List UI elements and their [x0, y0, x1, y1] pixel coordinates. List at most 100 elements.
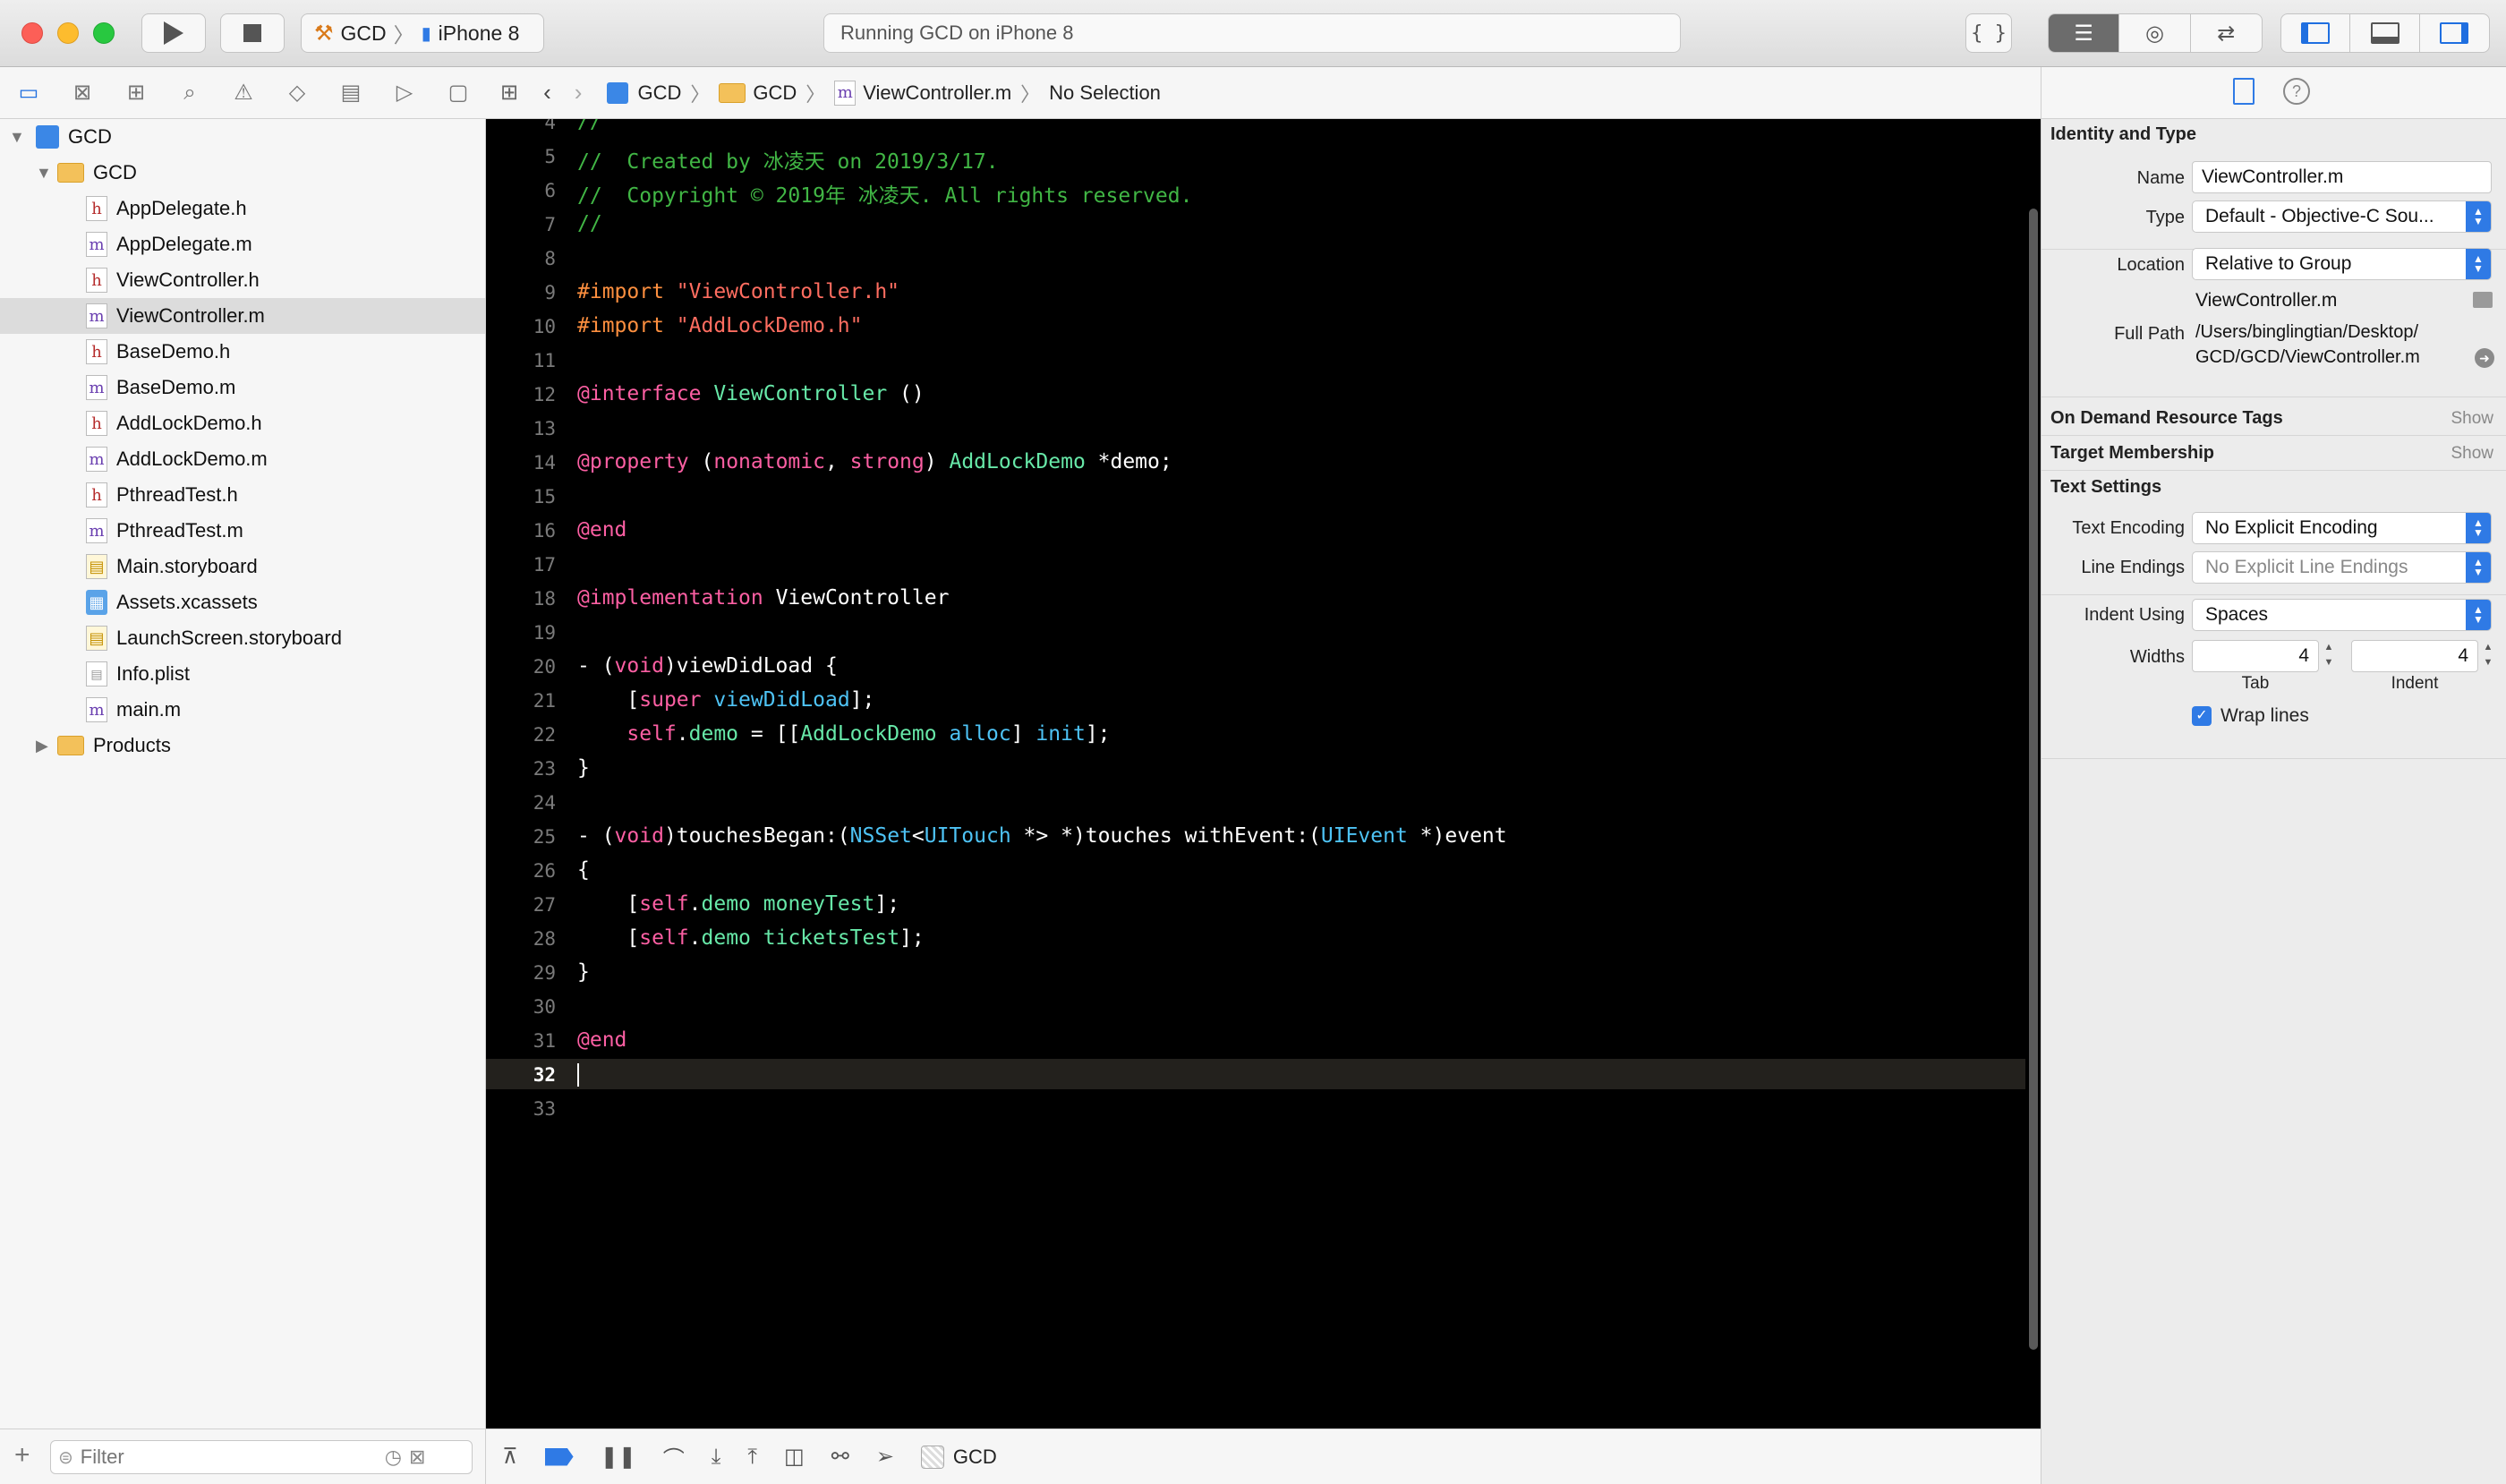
toggle-debug-area-button[interactable]: [2350, 14, 2420, 52]
file-row[interactable]: ▦ Assets.xcassets: [0, 584, 485, 620]
file-row[interactable]: h ViewController.h: [0, 262, 485, 298]
tab-width-stepper[interactable]: ▲ ▼: [2321, 640, 2337, 672]
reveal-in-finder-icon[interactable]: ➜: [2475, 348, 2494, 368]
breadcrumb-project[interactable]: GCD: [637, 81, 681, 105]
file-row[interactable]: h AddLockDemo.h: [0, 405, 485, 441]
file-row[interactable]: m main.m: [0, 692, 485, 728]
source-control-navigator-tab[interactable]: ⊠: [66, 77, 98, 109]
standard-editor-button[interactable]: ☰: [2049, 14, 2120, 52]
code-token: )viewDidLoad {: [663, 654, 838, 678]
file-row[interactable]: ▤ Main.storyboard: [0, 549, 485, 584]
file-row[interactable]: ▤ LaunchScreen.storyboard: [0, 620, 485, 656]
location-popup[interactable]: Relative to Group ▲ ▼: [2192, 248, 2492, 280]
step-out-icon[interactable]: ⤒: [747, 1445, 757, 1470]
breakpoints-toggle-icon[interactable]: [544, 1447, 574, 1466]
file-row[interactable]: h AppDelegate.h: [0, 191, 485, 226]
right-panel-icon: [2440, 22, 2469, 44]
odr-show-toggle[interactable]: Show: [2451, 409, 2493, 429]
step-into-icon[interactable]: ⤓: [712, 1445, 721, 1470]
filter-input[interactable]: [80, 1446, 376, 1469]
products-group-row[interactable]: ▶ Products: [0, 728, 485, 763]
memory-graph-icon[interactable]: ⚯: [831, 1444, 849, 1470]
location-file-name: ViewController.m: [2195, 290, 2338, 311]
choose-folder-icon[interactable]: [2473, 292, 2493, 308]
file-row[interactable]: h PthreadTest.h: [0, 477, 485, 513]
view-hierarchy-icon[interactable]: ◫: [784, 1444, 805, 1470]
code-token: demo: [701, 926, 751, 950]
file-row[interactable]: m ViewController.m: [0, 298, 485, 334]
find-navigator-tab[interactable]: ⌕: [174, 77, 206, 109]
project-navigator-tab[interactable]: ▭: [13, 77, 45, 109]
scm-filter-icon[interactable]: ⊠: [409, 1446, 425, 1469]
close-window-button[interactable]: [21, 22, 43, 44]
hide-debug-area-icon[interactable]: ⊼: [502, 1444, 518, 1470]
quick-help-icon[interactable]: ?: [2283, 78, 2310, 105]
run-button[interactable]: [141, 13, 206, 53]
breadcrumb-file[interactable]: ViewController.m: [863, 81, 1011, 105]
file-row[interactable]: m AppDelegate.m: [0, 226, 485, 262]
scrollbar-thumb[interactable]: [2029, 209, 2038, 1350]
debug-navigator-tab[interactable]: ▤: [335, 77, 367, 109]
breakpoint-navigator-tab[interactable]: ▷: [388, 77, 421, 109]
file-row[interactable]: m AddLockDemo.m: [0, 441, 485, 477]
toggle-navigator-button[interactable]: [2281, 14, 2351, 52]
indent-width-field[interactable]: 4: [2351, 640, 2478, 672]
issue-navigator-tab[interactable]: ⚠: [227, 77, 260, 109]
line-number: 17: [533, 554, 556, 576]
file-row[interactable]: ▤ Info.plist: [0, 656, 485, 692]
objc-file-icon: m: [834, 80, 857, 106]
recent-files-icon[interactable]: ◷: [385, 1446, 402, 1469]
symbol-navigator-tab[interactable]: ⊞: [120, 77, 152, 109]
tab-width-field[interactable]: 4: [2192, 640, 2319, 672]
scheme-device-label[interactable]: iPhone 8: [439, 21, 520, 46]
file-row[interactable]: m BaseDemo.m: [0, 370, 485, 405]
stop-button[interactable]: [220, 13, 285, 53]
section-divider: [2041, 470, 2506, 471]
folder-icon: [57, 163, 84, 183]
process-selector[interactable]: GCD: [920, 1445, 997, 1469]
forward-button[interactable]: ›: [575, 79, 583, 107]
line-endings-popup[interactable]: No Explicit Line Endings ▲ ▼: [2192, 551, 2492, 584]
indent-width-stepper[interactable]: ▲ ▼: [2480, 640, 2496, 672]
assistant-editor-button[interactable]: ◎: [2119, 14, 2191, 52]
version-editor-button[interactable]: ⇄: [2191, 14, 2262, 52]
name-field[interactable]: ViewController.m: [2192, 161, 2492, 193]
breadcrumb-symbol[interactable]: No Selection: [1049, 81, 1161, 105]
project-file-icon: [607, 81, 629, 104]
add-file-button[interactable]: +: [14, 1440, 30, 1471]
pause-icon[interactable]: ❚❚: [601, 1444, 636, 1470]
line-number: 20: [533, 656, 556, 678]
type-popup[interactable]: Default - Objective-C Sou... ▲ ▼: [2192, 200, 2492, 233]
code-line: @end: [577, 1028, 626, 1052]
toggle-inspector-button[interactable]: [2420, 14, 2489, 52]
zoom-window-button[interactable]: [93, 22, 115, 44]
filter-field[interactable]: ⊜ ◷ ⊠: [50, 1440, 473, 1474]
iphone-icon: ▮: [421, 23, 431, 44]
group-row[interactable]: ▼ GCD: [0, 155, 485, 191]
test-navigator-tab[interactable]: ◇: [281, 77, 313, 109]
lines-icon: ☰: [2074, 21, 2093, 46]
related-items-icon[interactable]: ⊞: [500, 80, 518, 106]
vertical-scrollbar[interactable]: [2025, 119, 2041, 1429]
back-button[interactable]: ‹: [543, 79, 551, 107]
scheme-selector[interactable]: ⚒ GCD 〉 ▮ iPhone 8: [301, 13, 544, 53]
minimize-window-button[interactable]: [57, 22, 79, 44]
file-inspector-icon[interactable]: [2233, 78, 2255, 105]
text-settings-header: Text Settings: [2050, 477, 2162, 497]
library-button[interactable]: { }: [1965, 13, 2012, 53]
file-row[interactable]: h BaseDemo.h: [0, 334, 485, 370]
location-label: Location: [2117, 255, 2185, 275]
simulate-location-icon[interactable]: ➢: [876, 1444, 894, 1470]
text-encoding-popup[interactable]: No Explicit Encoding ▲ ▼: [2192, 512, 2492, 544]
source-editor[interactable]: 4 // 5 // Created by 冰凌天 on 2019/3/17. 6 // C…: [486, 119, 2041, 1429]
text-encoding-value: No Explicit Encoding: [2205, 517, 2378, 538]
wrap-lines-checkbox[interactable]: ✓: [2192, 706, 2212, 726]
target-show-toggle[interactable]: Show: [2451, 444, 2493, 464]
step-over-icon[interactable]: ⌒: [663, 1441, 685, 1472]
file-row[interactable]: m PthreadTest.m: [0, 513, 485, 549]
breadcrumb-group[interactable]: GCD: [753, 81, 797, 105]
project-root-row[interactable]: ▼ GCD: [0, 119, 485, 155]
report-navigator-tab[interactable]: ▢: [442, 77, 474, 109]
indent-using-popup[interactable]: Spaces ▲ ▼: [2192, 599, 2492, 631]
